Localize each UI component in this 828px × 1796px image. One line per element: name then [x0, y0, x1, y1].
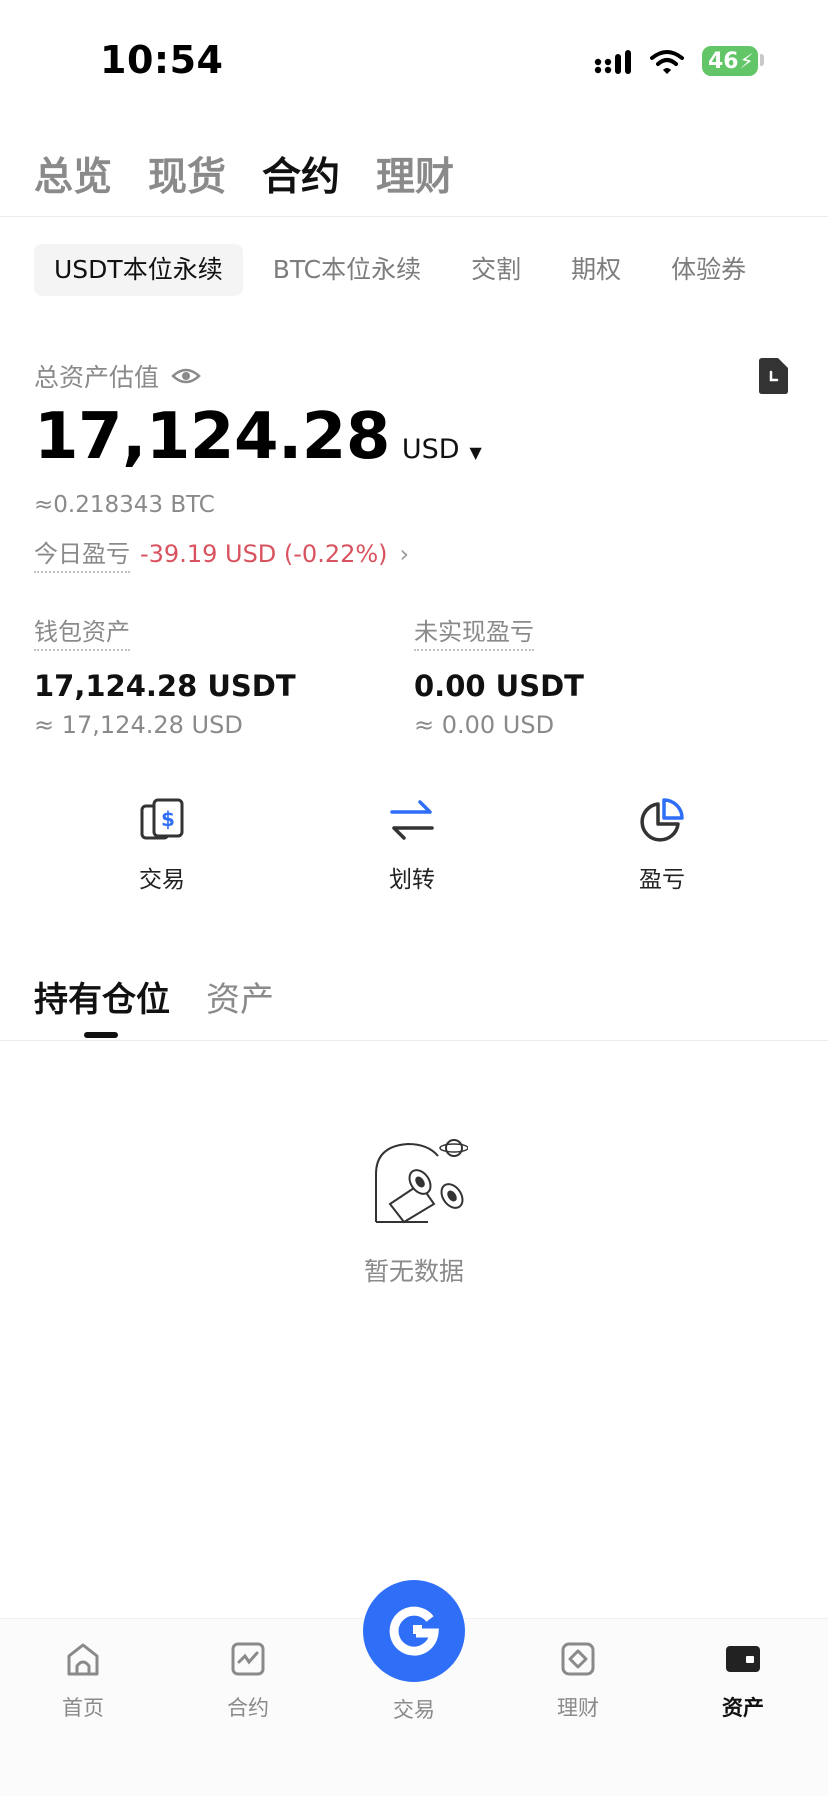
tab-futures[interactable]: 合约 [262, 146, 340, 202]
wallet-icon [726, 1646, 760, 1672]
futures-chart-icon [231, 1642, 265, 1676]
nav-trade-label: 交易 [393, 1698, 435, 1722]
subtab-options[interactable]: 期权 [551, 244, 641, 296]
nav-earn-label: 理财 [557, 1696, 599, 1720]
currency-selector[interactable]: USD [402, 434, 460, 465]
nav-futures-label: 合约 [227, 1696, 269, 1720]
wifi-icon [650, 50, 684, 74]
charging-bolt-icon: ⚡ [739, 49, 754, 73]
trade-fab-button[interactable] [363, 1580, 465, 1682]
status-time: 10:54 [100, 38, 224, 82]
battery-level: 46 [708, 48, 739, 74]
subtab-usdt-perpetual[interactable]: USDT本位永续 [34, 244, 243, 296]
divider [0, 216, 828, 217]
pie-chart-icon [640, 798, 684, 842]
today-pnl-value: -39.19 USD (-0.22%) [140, 539, 388, 568]
total-assets-value-row: 17,124.28 USD ▼ [34, 400, 482, 474]
wallet-balance-usd: ≈ 17,124.28 USD [34, 711, 243, 739]
chevron-right-icon: › [399, 539, 410, 568]
btc-equivalent: ≈0.218343 BTC [34, 492, 215, 518]
battery-indicator: 46 ⚡ [702, 46, 758, 76]
battery-tip [760, 54, 764, 66]
trade-dollar-icon: $ [140, 798, 184, 840]
empty-binoculars-illustration [375, 1139, 468, 1224]
sub-tabs: USDT本位永续 BTC本位永续 交割 期权 体验券 [34, 244, 776, 296]
divider [0, 1040, 828, 1041]
wallet-balance-value: 17,124.28 USDT [34, 669, 296, 703]
tab-overview[interactable]: 总览 [34, 146, 112, 202]
today-pnl-row[interactable]: 今日盈亏 -39.19 USD (-0.22%) › [34, 534, 409, 573]
tab-positions[interactable]: 持有仓位 [34, 972, 170, 1021]
subtab-delivery[interactable]: 交割 [451, 244, 541, 296]
active-tab-indicator [84, 1032, 118, 1038]
unrealized-pnl-usd: ≈ 0.00 USD [414, 711, 555, 739]
total-assets-label: 总资产估值 [34, 363, 160, 392]
caret-down-icon[interactable]: ▼ [470, 443, 482, 462]
trade-action-label: 交易 [139, 867, 185, 893]
unrealized-pnl-label[interactable]: 未实现盈亏 [414, 612, 534, 651]
nav-earn[interactable]: 理财 [528, 1640, 628, 1722]
cellular-signal-icon [594, 50, 631, 74]
tab-earn[interactable]: 理财 [376, 146, 454, 202]
top-tabs: 总览 现货 合约 理财 [34, 146, 454, 202]
eye-icon[interactable] [171, 366, 201, 386]
total-assets-label-row: 总资产估值 [34, 358, 201, 394]
unrealized-pnl: 未实现盈亏 0.00 USDT ≈ 0.00 USD [414, 612, 584, 739]
trade-action-button[interactable]: $ 交易 [112, 796, 212, 894]
home-icon [67, 1643, 99, 1676]
nav-assets-label: 资产 [722, 1696, 764, 1720]
pnl-action-button[interactable]: 盈亏 [612, 796, 712, 894]
trade-logo-icon [389, 1606, 439, 1656]
wallet-balance: 钱包资产 17,124.28 USDT ≈ 17,124.28 USD [34, 612, 296, 739]
tab-assets[interactable]: 资产 [206, 972, 274, 1021]
tab-spot[interactable]: 现货 [148, 146, 226, 202]
transfer-action-button[interactable]: 划转 [362, 796, 462, 894]
earn-icon [561, 1642, 595, 1676]
nav-futures[interactable]: 合约 [198, 1640, 298, 1722]
pnl-action-label: 盈亏 [639, 867, 685, 893]
history-record-icon[interactable] [756, 358, 788, 394]
nav-home[interactable]: 首页 [33, 1640, 133, 1722]
wallet-balance-label[interactable]: 钱包资产 [34, 612, 130, 651]
transfer-action-label: 划转 [389, 867, 435, 893]
subtab-btc-perpetual[interactable]: BTC本位永续 [253, 244, 441, 296]
position-tabs: 持有仓位 资产 [34, 972, 274, 1021]
transfer-arrows-icon [390, 800, 434, 840]
unrealized-pnl-value: 0.00 USDT [414, 669, 584, 703]
empty-state-text: 暂无数据 [363, 1257, 464, 1286]
nav-home-label: 首页 [62, 1696, 104, 1720]
svg-text:$: $ [161, 807, 175, 831]
today-pnl-label: 今日盈亏 [34, 534, 130, 573]
nav-assets[interactable]: 资产 [693, 1640, 793, 1722]
subtab-trial-voucher[interactable]: 体验券 [651, 244, 766, 296]
total-assets-value: 17,124.28 [34, 400, 390, 474]
